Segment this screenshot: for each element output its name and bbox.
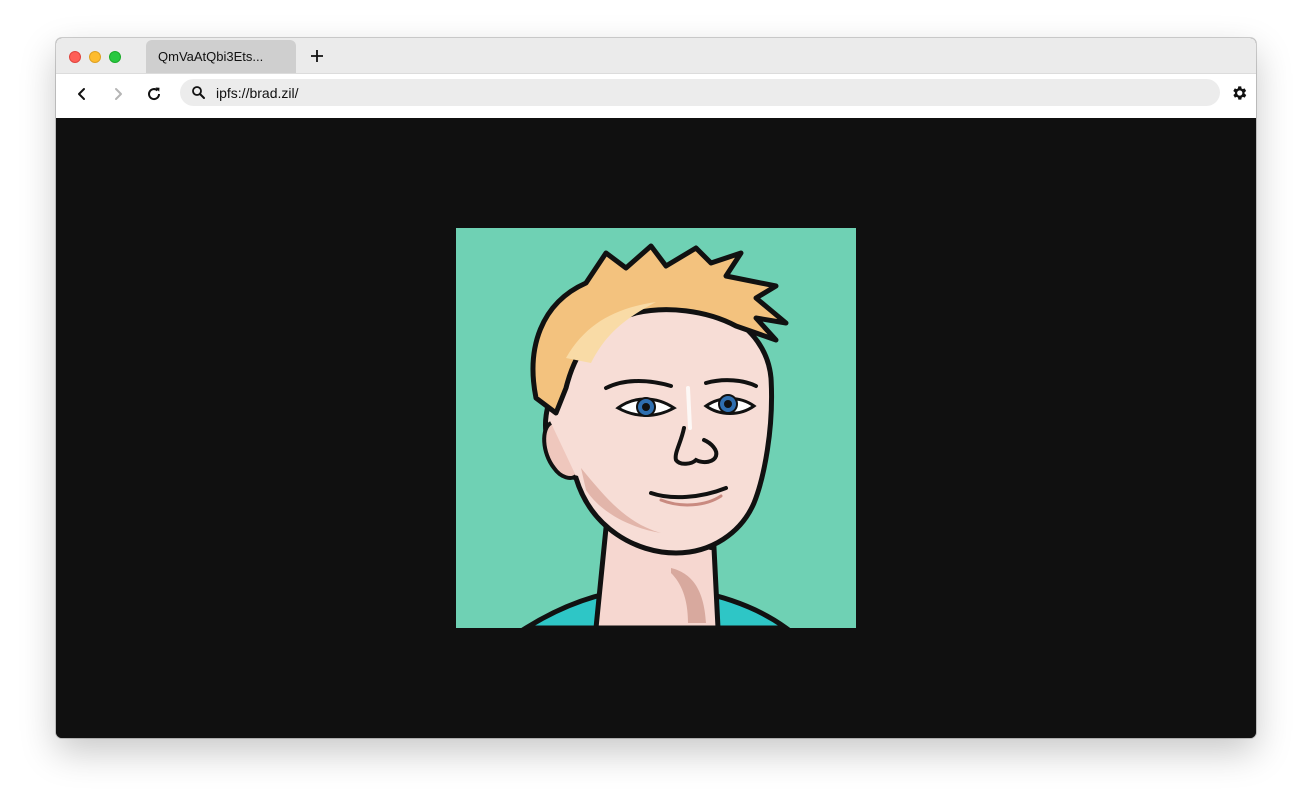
page-content bbox=[56, 118, 1256, 738]
zoom-window-button[interactable] bbox=[109, 51, 121, 63]
reload-icon bbox=[148, 87, 161, 101]
close-window-button[interactable] bbox=[69, 51, 81, 63]
reload-button[interactable] bbox=[142, 82, 166, 106]
tab-active[interactable]: QmVaAtQbi3Ets... bbox=[146, 40, 296, 73]
settings-button[interactable] bbox=[1228, 82, 1250, 104]
avatar-image bbox=[456, 228, 856, 628]
avatar-illustration bbox=[456, 228, 856, 628]
search-icon bbox=[192, 86, 205, 99]
back-button[interactable] bbox=[70, 82, 94, 106]
chevron-right-icon bbox=[115, 88, 122, 100]
url-input[interactable] bbox=[216, 81, 1206, 104]
new-tab-button[interactable] bbox=[306, 45, 328, 67]
minimize-window-button[interactable] bbox=[89, 51, 101, 63]
gear-icon bbox=[1233, 86, 1247, 100]
address-bar[interactable] bbox=[180, 79, 1220, 106]
plus-icon bbox=[311, 50, 323, 62]
tab-bar: QmVaAtQbi3Ets... bbox=[56, 38, 1256, 74]
forward-button[interactable] bbox=[106, 82, 130, 106]
browser-window: QmVaAtQbi3Ets... bbox=[56, 38, 1256, 738]
navigation-toolbar bbox=[56, 74, 1256, 114]
tab-title: QmVaAtQbi3Ets... bbox=[158, 49, 264, 64]
chevron-left-icon bbox=[78, 88, 85, 100]
